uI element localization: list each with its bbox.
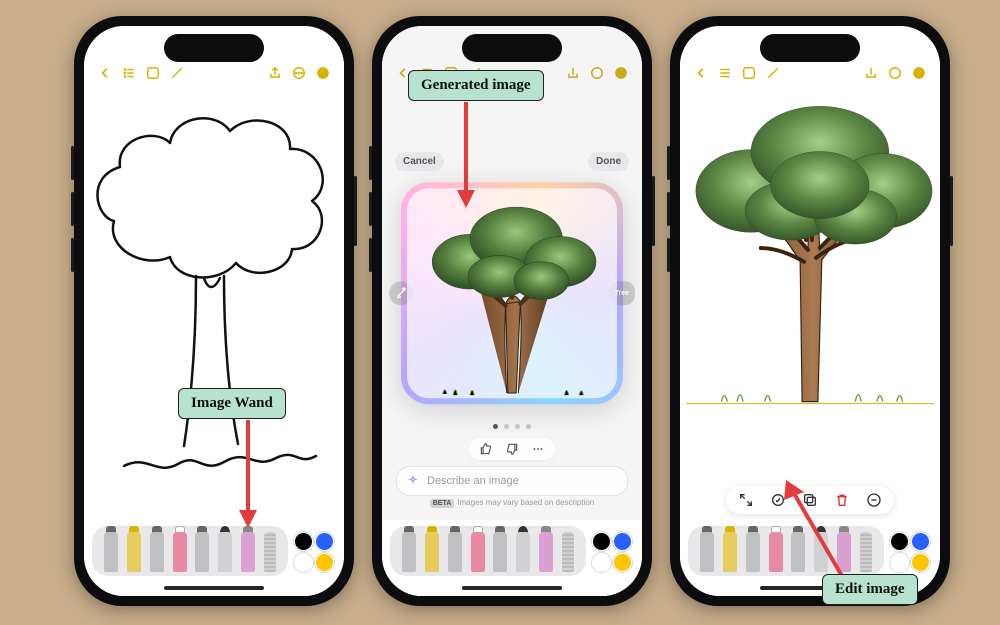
phone-sketch bbox=[74, 16, 354, 606]
screen bbox=[84, 26, 344, 596]
checklist-icon[interactable] bbox=[742, 66, 756, 80]
resize-icon[interactable] bbox=[738, 492, 754, 508]
ruler-tool[interactable] bbox=[860, 532, 872, 572]
image-wand-tool[interactable] bbox=[539, 532, 553, 572]
color-black[interactable] bbox=[890, 532, 909, 551]
placed-tree-image[interactable] bbox=[682, 90, 938, 410]
arrow-image-wand bbox=[236, 420, 266, 535]
edit-more-icon[interactable] bbox=[866, 492, 882, 508]
cancel-button[interactable]: Cancel bbox=[395, 152, 444, 171]
tree-art bbox=[407, 188, 617, 398]
drawing-toolbar bbox=[382, 520, 642, 596]
dot[interactable] bbox=[504, 424, 509, 429]
prompt-input[interactable]: Describe an image bbox=[396, 466, 628, 496]
image-wand-tool[interactable] bbox=[241, 532, 255, 572]
draw-icon[interactable] bbox=[766, 66, 780, 80]
lasso-tool[interactable] bbox=[195, 532, 209, 572]
pen-tool[interactable] bbox=[104, 532, 118, 572]
screen: Cancel Done Tree bbox=[382, 26, 642, 596]
color-palette[interactable] bbox=[294, 532, 334, 572]
pen-tool[interactable] bbox=[402, 532, 416, 572]
color-blue[interactable] bbox=[315, 532, 334, 551]
generated-image-card: Cancel Done Tree bbox=[401, 182, 623, 404]
color-yellow[interactable] bbox=[315, 553, 334, 572]
eraser-tool[interactable] bbox=[471, 532, 485, 572]
highlighter-tool[interactable] bbox=[746, 532, 760, 572]
color-yellow[interactable] bbox=[911, 553, 930, 572]
back-icon[interactable] bbox=[694, 66, 708, 80]
color-white[interactable] bbox=[294, 553, 313, 572]
pencil-tool[interactable] bbox=[218, 532, 232, 572]
dot[interactable] bbox=[493, 424, 498, 429]
color-palette[interactable] bbox=[592, 532, 632, 572]
ruler-tool[interactable] bbox=[264, 532, 276, 572]
dynamic-island bbox=[760, 34, 860, 62]
marker-tool[interactable] bbox=[723, 532, 737, 572]
dynamic-island bbox=[164, 34, 264, 62]
color-blue[interactable] bbox=[613, 532, 632, 551]
color-blue[interactable] bbox=[911, 532, 930, 551]
more-icon[interactable] bbox=[292, 66, 306, 80]
marker-tool[interactable] bbox=[127, 532, 141, 572]
color-black[interactable] bbox=[294, 532, 313, 551]
feedback-row bbox=[469, 438, 555, 460]
drawing-canvas[interactable] bbox=[84, 86, 344, 520]
callout-edit-image: Edit image bbox=[822, 574, 918, 605]
prompt-placeholder: Describe an image bbox=[427, 475, 519, 487]
ruler-tool[interactable] bbox=[562, 532, 574, 572]
checklist-icon[interactable] bbox=[146, 66, 160, 80]
color-white[interactable] bbox=[592, 553, 611, 572]
beta-note: Images may vary based on description bbox=[457, 498, 594, 507]
color-white[interactable] bbox=[890, 553, 909, 572]
tools-tray bbox=[390, 526, 586, 576]
beta-badge: BETA bbox=[430, 499, 455, 508]
dot[interactable] bbox=[526, 424, 531, 429]
sketch-tree-drawing bbox=[84, 86, 344, 516]
done-icon[interactable] bbox=[614, 66, 628, 80]
callout-generated-image: Generated image bbox=[408, 70, 544, 101]
callout-image-wand: Image Wand bbox=[178, 388, 286, 419]
sparkle-icon bbox=[407, 475, 419, 487]
pen-tool[interactable] bbox=[700, 532, 714, 572]
beta-disclaimer: BETAImages may vary based on description bbox=[382, 498, 642, 508]
list-icon[interactable] bbox=[122, 66, 136, 80]
more-icon[interactable] bbox=[590, 66, 604, 80]
drawing-toolbar bbox=[84, 520, 344, 596]
thumbs-up-icon[interactable] bbox=[479, 442, 493, 456]
arrow-generated-image bbox=[454, 102, 484, 217]
share-icon[interactable] bbox=[864, 66, 878, 80]
home-indicator[interactable] bbox=[164, 586, 264, 590]
share-icon[interactable] bbox=[268, 66, 282, 80]
done-button[interactable]: Done bbox=[588, 152, 629, 171]
list-icon[interactable] bbox=[718, 66, 732, 80]
thumbs-down-icon[interactable] bbox=[505, 442, 519, 456]
pencil-tool[interactable] bbox=[516, 532, 530, 572]
highlighter-tool[interactable] bbox=[150, 532, 164, 572]
marker-tool[interactable] bbox=[425, 532, 439, 572]
more-icon[interactable] bbox=[888, 66, 902, 80]
color-black[interactable] bbox=[592, 532, 611, 551]
color-yellow[interactable] bbox=[613, 553, 632, 572]
draw-icon[interactable] bbox=[170, 66, 184, 80]
lasso-tool[interactable] bbox=[493, 532, 507, 572]
dynamic-island bbox=[462, 34, 562, 62]
done-icon[interactable] bbox=[912, 66, 926, 80]
share-icon[interactable] bbox=[566, 66, 580, 80]
done-icon[interactable] bbox=[316, 66, 330, 80]
highlighter-tool[interactable] bbox=[448, 532, 462, 572]
feedback-more-icon[interactable] bbox=[531, 442, 545, 456]
phone-generated: Cancel Done Tree bbox=[372, 16, 652, 606]
page-dots bbox=[493, 424, 531, 429]
home-indicator[interactable] bbox=[462, 586, 562, 590]
color-palette[interactable] bbox=[890, 532, 930, 572]
back-icon[interactable] bbox=[98, 66, 112, 80]
dot[interactable] bbox=[515, 424, 520, 429]
eraser-tool[interactable] bbox=[173, 532, 187, 572]
generated-image[interactable] bbox=[407, 188, 617, 398]
drawing-canvas[interactable] bbox=[680, 86, 940, 520]
